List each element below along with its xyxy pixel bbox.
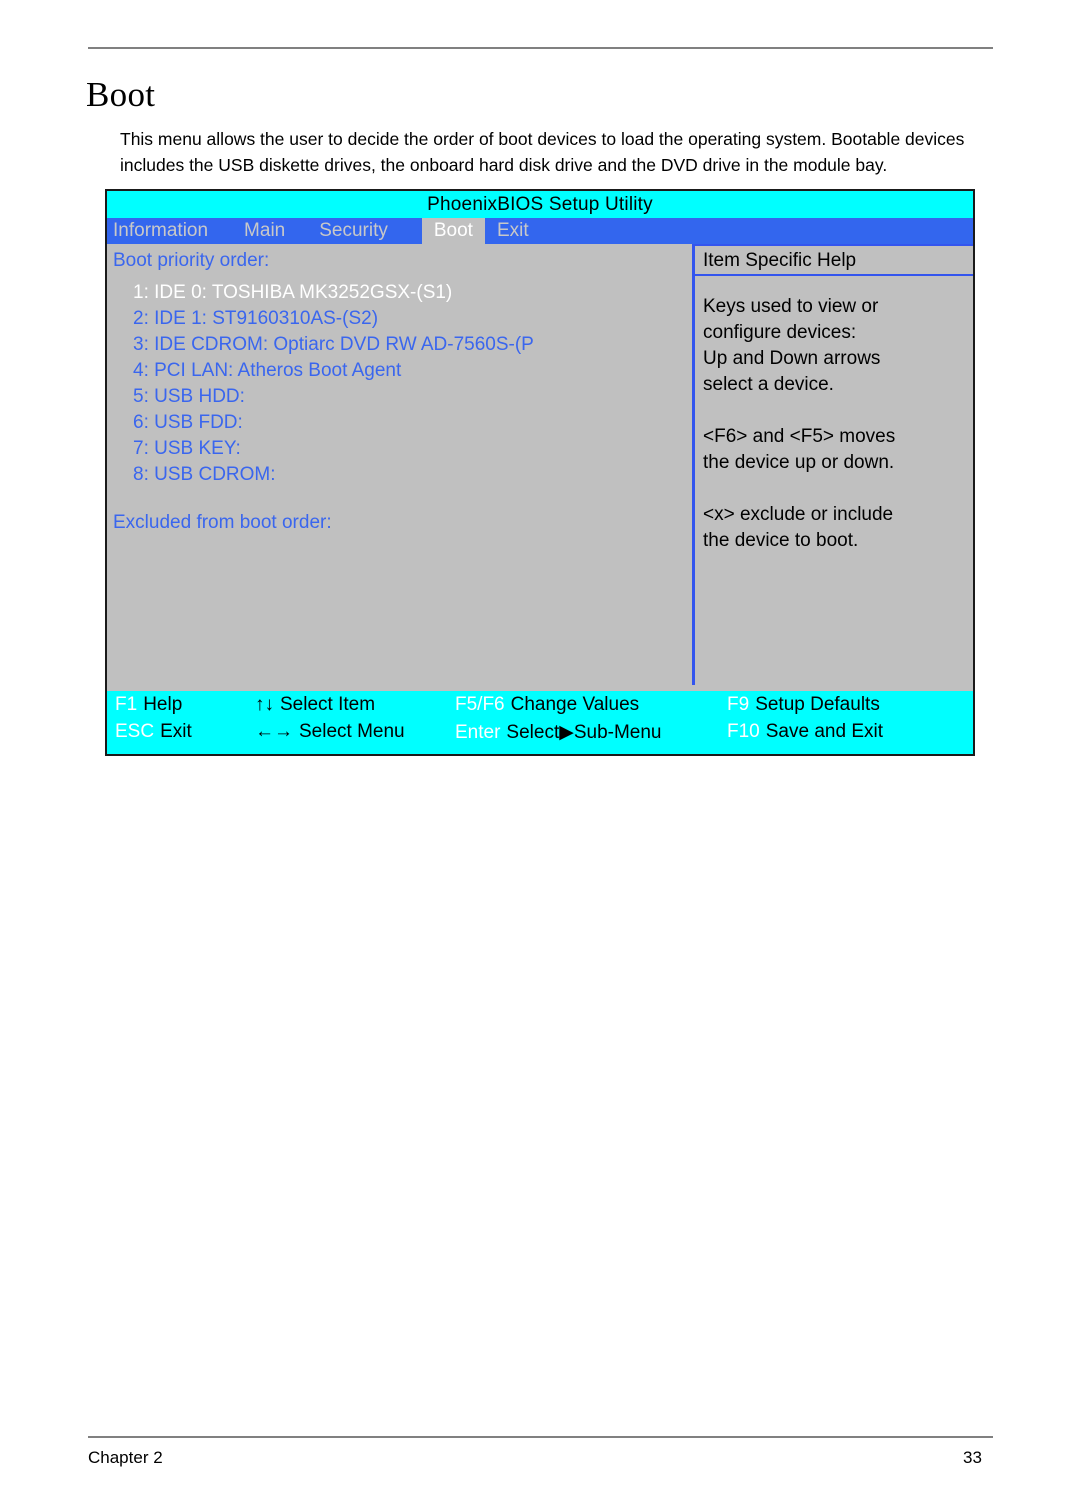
tab-information[interactable]: Information bbox=[113, 218, 208, 244]
key-description: Select Menu bbox=[299, 721, 405, 742]
key-legend-updown-select-item[interactable]: ↑↓ Select Item bbox=[255, 694, 375, 716]
key-name: F5/F6 bbox=[455, 694, 505, 715]
page-title: Boot bbox=[86, 75, 156, 114]
tab-exit-label: Exit bbox=[496, 220, 529, 241]
help-panel-body: Keys used to view or configure devices: … bbox=[695, 276, 973, 554]
key-description: Setup Defaults bbox=[755, 694, 880, 715]
bios-key-legend-bar: F1 Help ↑↓ Select Item F5/F6 Change Valu… bbox=[107, 691, 973, 754]
key-description: Select Item bbox=[280, 694, 376, 715]
footer-rule bbox=[88, 1436, 993, 1438]
key-legend-f5-f6-change-values[interactable]: F5/F6 Change Values bbox=[455, 694, 639, 716]
boot-list-item[interactable]: 8: USB CDROM: bbox=[133, 462, 683, 488]
key-name: F9 bbox=[727, 694, 750, 715]
key-description: Select▶Sub-Menu bbox=[506, 722, 662, 743]
footer-page-number: 33 bbox=[963, 1448, 982, 1467]
key-legend-row: ESC Exit ←→ Select Menu Enter Select▶Sub… bbox=[107, 720, 973, 747]
help-paragraph: <x> exclude or include the device to boo… bbox=[703, 504, 894, 551]
boot-list-item[interactable]: 5: USB HDD: bbox=[133, 384, 683, 410]
tab-exit[interactable]: Exit bbox=[497, 218, 529, 244]
up-down-arrow-icon: ↑↓ bbox=[255, 694, 274, 715]
boot-list-item[interactable]: 6: USB FDD: bbox=[133, 410, 683, 436]
boot-list-item[interactable]: 3: IDE CDROM: Optiarc DVD RW AD-7560S-(P bbox=[133, 332, 683, 358]
tab-security[interactable]: Security bbox=[319, 218, 388, 244]
key-legend-row: F1 Help ↑↓ Select Item F5/F6 Change Valu… bbox=[107, 693, 973, 720]
key-legend-f9-setup-defaults[interactable]: F9 Setup Defaults bbox=[727, 694, 880, 716]
tab-main-label: Main bbox=[244, 220, 286, 241]
bios-content-area: Boot priority order: 1: IDE 0: TOSHIBA M… bbox=[107, 244, 973, 685]
tab-main[interactable]: Main bbox=[244, 218, 285, 244]
help-paragraph: <F6> and <F5> moves the device up or dow… bbox=[703, 426, 896, 473]
footer-chapter-label: Chapter 2 bbox=[88, 1448, 163, 1467]
document-page: Boot This menu allows the user to decide… bbox=[0, 0, 1080, 1512]
tab-boot[interactable]: Boot bbox=[421, 218, 485, 244]
bios-title-bar: PhoenixBIOS Setup Utility bbox=[107, 191, 973, 218]
key-description: Exit bbox=[160, 721, 192, 742]
key-description: Save and Exit bbox=[765, 721, 883, 742]
key-name: Enter bbox=[455, 721, 501, 743]
left-right-arrow-icon: ←→ bbox=[255, 721, 293, 742]
header-rule bbox=[88, 47, 993, 49]
key-description: Help bbox=[143, 694, 183, 715]
key-legend-f10-save-and-exit[interactable]: F10 Save and Exit bbox=[727, 721, 883, 743]
tab-boot-label: Boot bbox=[433, 220, 473, 241]
boot-list-item[interactable]: 1: IDE 0: TOSHIBA MK3252GSX-(S1) bbox=[133, 280, 683, 306]
bios-tab-bar: Information Main Security Boot Exit bbox=[107, 218, 973, 244]
boot-list-item[interactable]: 7: USB KEY: bbox=[133, 436, 683, 462]
key-legend-enter-select-submenu[interactable]: Enter Select▶Sub-Menu bbox=[455, 721, 662, 744]
key-name: F10 bbox=[727, 721, 760, 742]
key-legend-f1-help[interactable]: F1 Help bbox=[115, 694, 182, 716]
key-name: ESC bbox=[115, 721, 155, 742]
boot-priority-list: 1: IDE 0: TOSHIBA MK3252GSX-(S1) 2: IDE … bbox=[133, 280, 683, 488]
key-legend-leftright-select-menu[interactable]: ←→ Select Menu bbox=[255, 721, 405, 743]
intro-paragraph: This menu allows the user to decide the … bbox=[120, 129, 965, 175]
tab-security-label: Security bbox=[319, 220, 388, 241]
bios-title-text: PhoenixBIOS Setup Utility bbox=[427, 193, 653, 215]
boot-list-item[interactable]: 2: IDE 1: ST9160310AS-(S2) bbox=[133, 306, 683, 332]
key-name: F1 bbox=[115, 694, 138, 715]
tab-information-label: Information bbox=[113, 220, 209, 241]
key-legend-esc-exit[interactable]: ESC Exit bbox=[115, 721, 192, 743]
key-description: Change Values bbox=[510, 694, 640, 715]
boot-priority-order-label: Boot priority order: bbox=[113, 250, 270, 271]
help-paragraph: Keys used to view or configure devices: … bbox=[703, 296, 881, 395]
help-panel-title: Item Specific Help bbox=[695, 244, 973, 276]
boot-order-panel: Boot priority order: 1: IDE 0: TOSHIBA M… bbox=[107, 244, 690, 685]
bios-setup-window: PhoenixBIOS Setup Utility Information Ma… bbox=[105, 189, 975, 756]
item-specific-help-panel: Item Specific Help Keys used to view or … bbox=[692, 244, 973, 685]
boot-list-item[interactable]: 4: PCI LAN: Atheros Boot Agent bbox=[133, 358, 683, 384]
excluded-from-boot-order-label: Excluded from boot order: bbox=[113, 512, 332, 533]
